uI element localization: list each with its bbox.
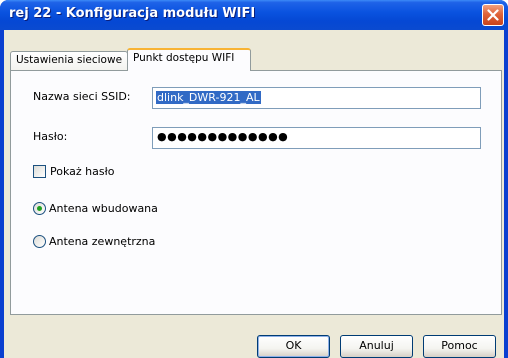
show-password-checkbox[interactable]	[33, 165, 46, 178]
wifi-access-point-panel: Nazwa sieci SSID: dlink_DWR-921_AL Hasło…	[10, 70, 502, 315]
help-button[interactable]: Pomoc	[423, 335, 496, 358]
cancel-button[interactable]: Anuluj	[340, 335, 413, 358]
close-icon	[487, 9, 499, 21]
radio-selected-dot	[37, 206, 42, 211]
title-bar[interactable]: rej 22 - Konfiguracja modułu WIFI	[0, 0, 508, 30]
close-button[interactable]	[482, 4, 504, 26]
dialog-client-area: Ustawienia sieciowe Punkt dostępu WIFI N…	[4, 30, 504, 358]
radio-external-antenna[interactable]	[33, 235, 46, 248]
tab-network-settings[interactable]: Ustawienia sieciowe	[10, 51, 128, 70]
password-input[interactable]: ●●●●●●●●●●●●●	[152, 127, 481, 149]
external-antenna-label[interactable]: Antena zewnętrzna	[49, 235, 155, 248]
ok-button[interactable]: OK	[257, 335, 330, 358]
ssid-label: Nazwa sieci SSID:	[33, 90, 131, 103]
tab-wifi-access-point[interactable]: Punkt dostępu WIFI	[127, 48, 251, 71]
show-password-label[interactable]: Pokaż hasło	[50, 165, 114, 178]
ssid-input[interactable]: dlink_DWR-921_AL	[152, 87, 481, 109]
builtin-antenna-label[interactable]: Antena wbudowana	[49, 202, 158, 215]
radio-builtin-antenna[interactable]	[33, 202, 46, 215]
ssid-value: dlink_DWR-921_AL	[156, 91, 261, 104]
dialog-window: rej 22 - Konfiguracja modułu WIFI Ustawi…	[0, 0, 508, 358]
tab-wifi-access-point-label: Punkt dostępu WIFI	[133, 52, 235, 64]
password-label: Hasło:	[33, 130, 68, 143]
password-value: ●●●●●●●●●●●●●	[157, 130, 289, 143]
window-title: rej 22 - Konfiguracja modułu WIFI	[9, 6, 256, 21]
tab-network-settings-label: Ustawienia sieciowe	[16, 54, 123, 66]
